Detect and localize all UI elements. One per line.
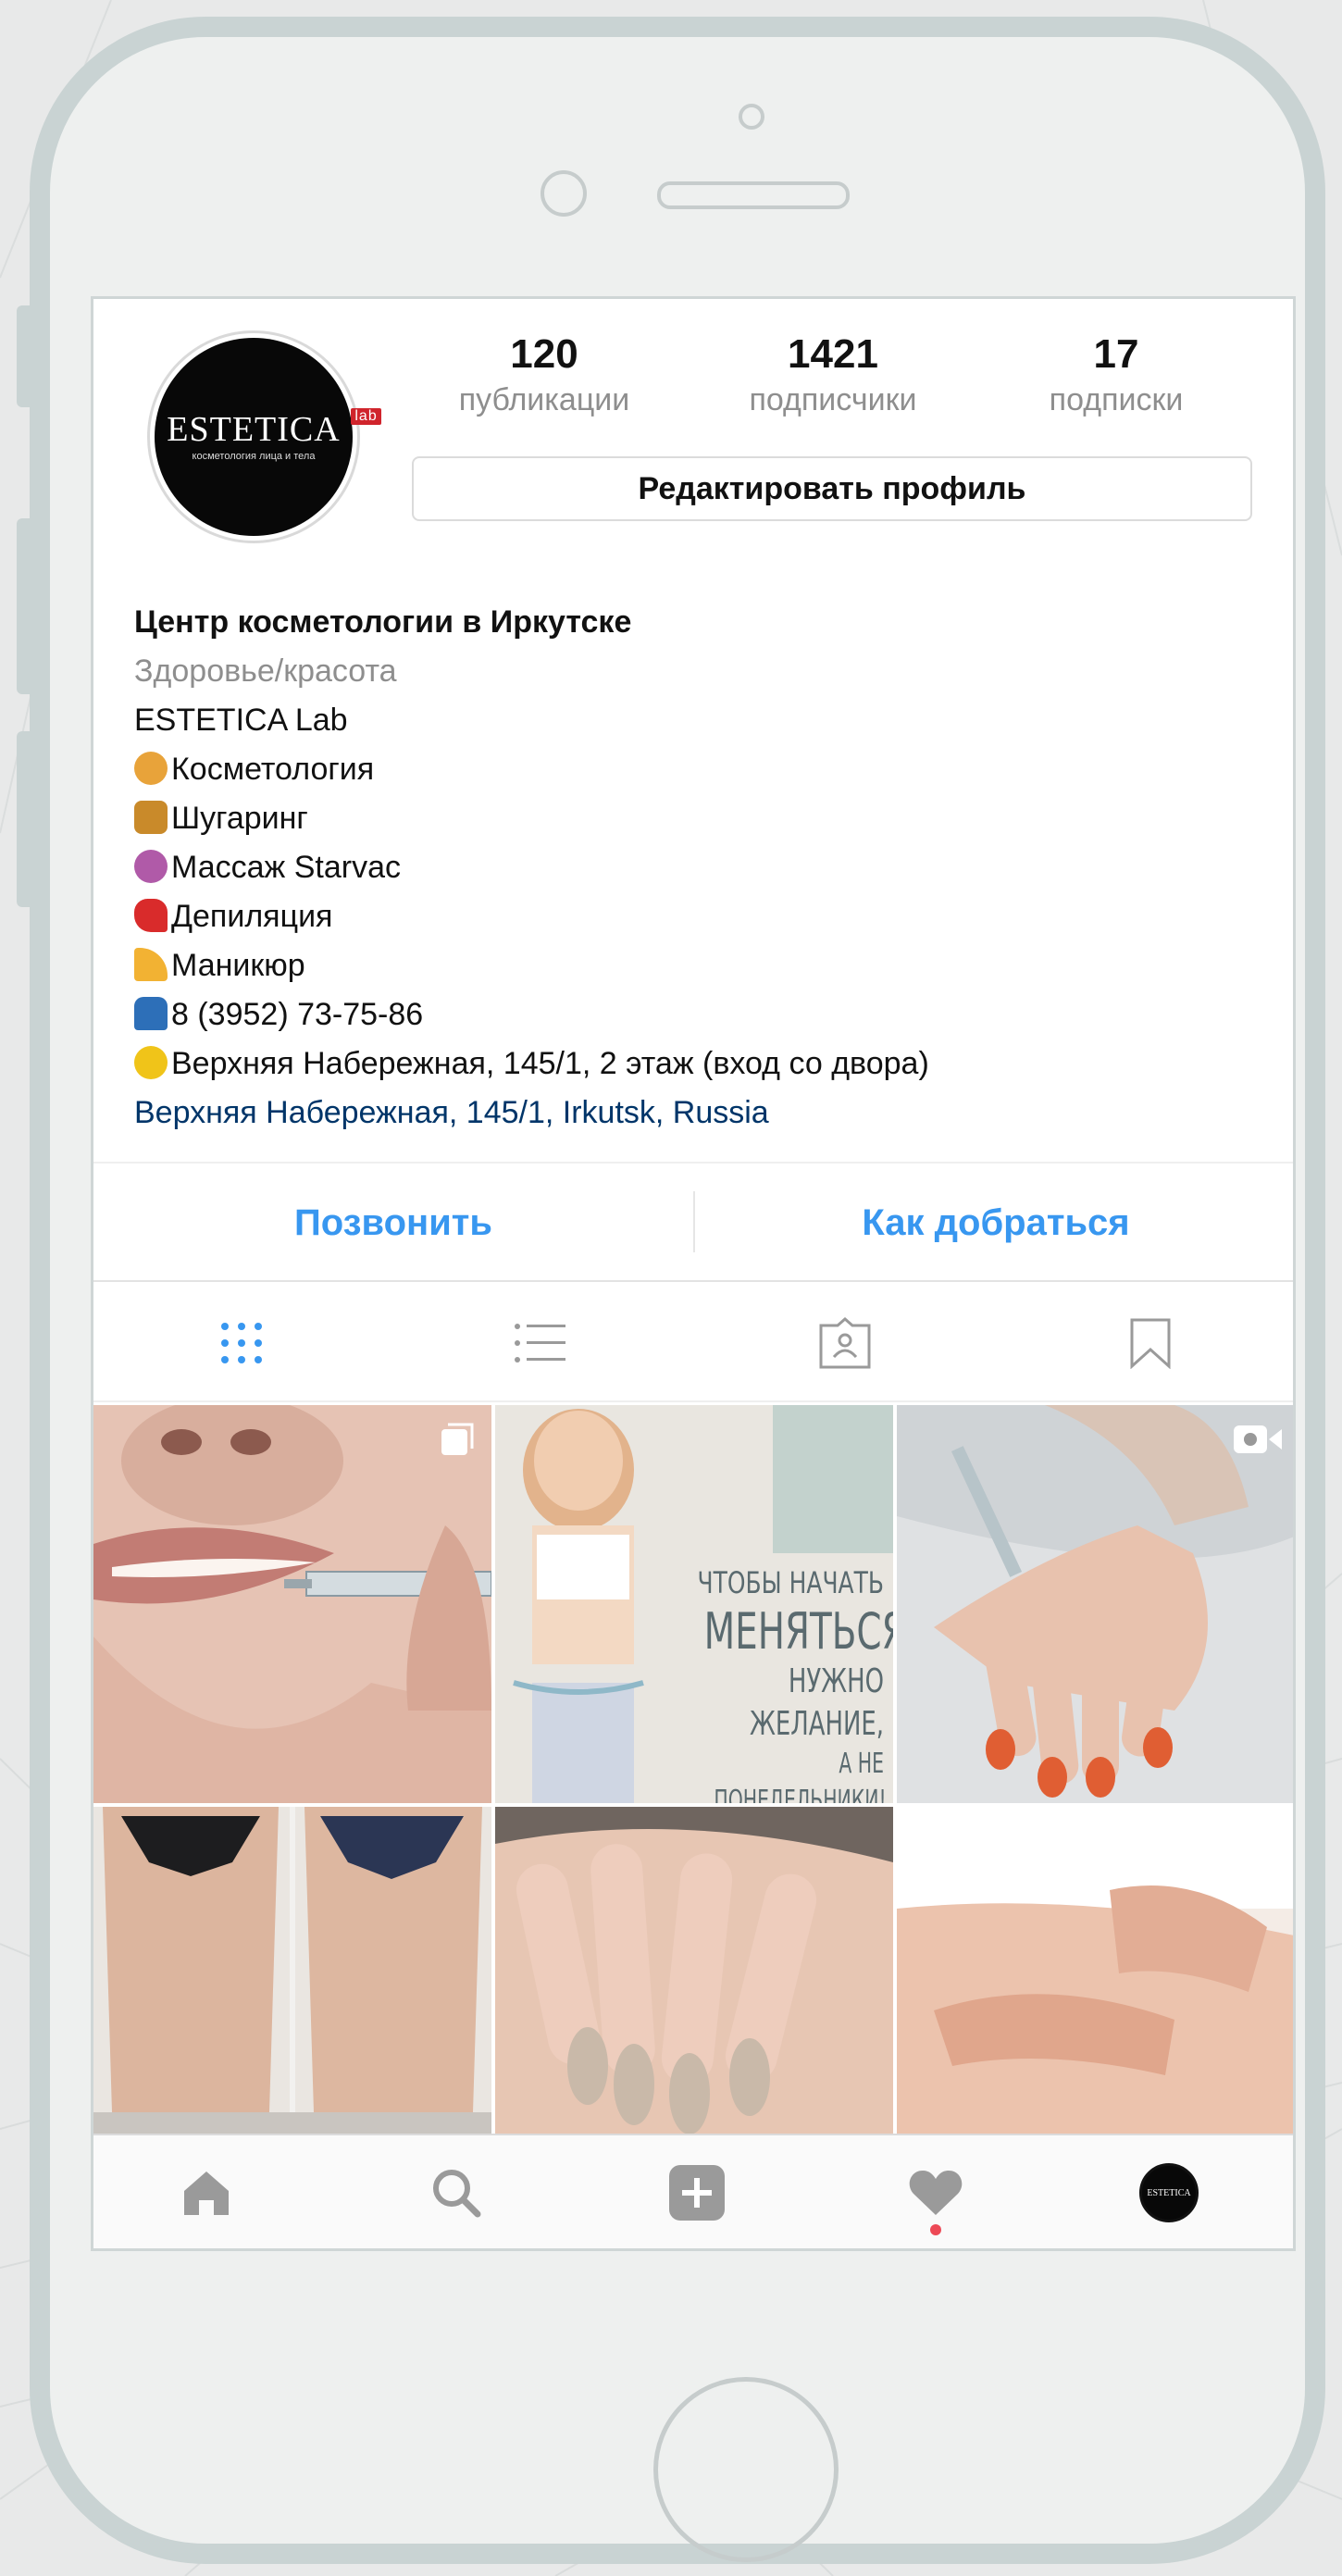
- directions-button[interactable]: Как добраться: [696, 1164, 1293, 1282]
- bio-line: Шугаринг: [134, 794, 1263, 843]
- video-icon: [1234, 1425, 1282, 1453]
- caption-line: МЕНЯТЬСЯ,: [703, 1602, 893, 1661]
- bio-line-text: Косметология: [171, 752, 375, 787]
- home-icon[interactable]: [177, 2163, 236, 2222]
- profile-avatar[interactable]: ESTETICA lab косметология лица и тела: [147, 330, 381, 543]
- bio-line: Косметология: [134, 745, 1263, 794]
- before-after-photo: [93, 1807, 491, 2140]
- pushpin-emoji-icon: [134, 1046, 168, 1079]
- bio-line: Массаж Starvac: [134, 843, 1263, 892]
- post-tile[interactable]: [93, 1807, 491, 2140]
- multiple-photos-icon: [441, 1423, 474, 1455]
- caption-line: ЧТОБЫ НАЧАТЬ: [697, 1565, 884, 1600]
- bio-line-text: ESTETICA Lab: [134, 703, 348, 738]
- posts-label: публикации: [458, 382, 630, 418]
- caption-line: НУЖНО ЖЕЛАНИЕ,: [749, 1662, 884, 1743]
- following-label: подписки: [1049, 382, 1184, 418]
- following-stat[interactable]: 17 подписки: [1019, 331, 1213, 418]
- grid-icon[interactable]: [214, 1315, 269, 1371]
- mini-logo: ESTETICA: [1147, 2187, 1191, 2198]
- bio-line-text: Маникюр: [171, 948, 305, 983]
- volume-up-button: [17, 518, 30, 694]
- lip-injection-photo: [93, 1405, 491, 1803]
- logo-wordmark: ESTETICA: [167, 410, 341, 449]
- bio-line: ESTETICA Lab: [134, 696, 1263, 745]
- bio-line: Верхняя Набережная, 145/1, 2 этаж (вход …: [134, 1039, 1263, 1089]
- notification-dot: [930, 2224, 941, 2235]
- followers-stat[interactable]: 1421 подписчики: [736, 331, 930, 418]
- phone-emoji-icon: [134, 997, 168, 1030]
- location-link[interactable]: Верхняя Набережная, 145/1, Irkutsk, Russ…: [134, 1089, 1263, 1138]
- proximity-sensor: [739, 104, 764, 130]
- profile-name: Центр косметологии в Иркутске: [134, 604, 632, 640]
- profile-tab-avatar[interactable]: ESTETICA: [1139, 2163, 1199, 2222]
- post-tile[interactable]: ЧТОБЫ НАЧАТЬ МЕНЯТЬСЯ, НУЖНО ЖЕЛАНИЕ, А …: [495, 1405, 893, 1803]
- bio: Центр косметологии в Иркутске Здоровье/к…: [134, 598, 1263, 1138]
- edit-profile-button[interactable]: Редактировать профиль: [412, 456, 1252, 521]
- massage-emoji-icon: [134, 850, 168, 883]
- bio-line: 8 (3952) 73-75-86: [134, 990, 1263, 1039]
- earpiece-speaker: [657, 181, 850, 209]
- home-button[interactable]: [653, 2377, 839, 2562]
- bio-line: Депиляция: [134, 892, 1263, 941]
- front-camera: [541, 170, 587, 217]
- screen: ESTETICA lab косметология лица и тела 120…: [91, 296, 1296, 2251]
- manicure-photo: [495, 1807, 893, 2140]
- post-tile[interactable]: [93, 1405, 491, 1803]
- bio-line: Маникюр: [134, 941, 1263, 990]
- profile-category: Здоровье/красота: [134, 653, 397, 689]
- motivation-caption: ЧТОБЫ НАЧАТЬ МЕНЯТЬСЯ, НУЖНО ЖЕЛАНИЕ, А …: [634, 1562, 893, 1803]
- post-tile[interactable]: [897, 1405, 1293, 1803]
- logo-subtitle: косметология лица и тела: [192, 451, 316, 462]
- saved-icon[interactable]: [1123, 1315, 1178, 1371]
- posts-stat[interactable]: 120 публикации: [447, 331, 641, 418]
- mute-switch: [17, 305, 30, 407]
- honey-pot-emoji-icon: [134, 801, 168, 834]
- followers-label: подписчики: [749, 382, 917, 418]
- post-tile[interactable]: [897, 1807, 1293, 2140]
- logo-badge: lab: [351, 408, 381, 425]
- bottom-navigation: ESTETICA: [93, 2134, 1293, 2248]
- caption-line: А НЕ ПОНЕДЕЛЬНИКИ!: [714, 1748, 887, 1803]
- profile-tabs: [93, 1284, 1293, 1402]
- call-button[interactable]: Позвонить: [93, 1164, 693, 1282]
- followers-count: 1421: [788, 331, 878, 377]
- tagged-icon[interactable]: [817, 1315, 873, 1371]
- hand-injection-photo: [897, 1405, 1293, 1803]
- list-icon[interactable]: [512, 1315, 567, 1371]
- contact-actions: Позвонить Как добраться: [93, 1162, 1293, 1282]
- bio-line-text: Массаж Starvac: [171, 850, 401, 885]
- activity-heart-icon[interactable]: [906, 2163, 965, 2222]
- posts-count: 120: [510, 331, 578, 377]
- bio-line-text: Шугаринг: [171, 801, 308, 836]
- following-count: 17: [1093, 331, 1139, 377]
- volume-down-button: [17, 731, 30, 907]
- bio-line-text: Депиляция: [171, 899, 333, 934]
- massage-photo: [897, 1807, 1293, 2140]
- search-icon[interactable]: [427, 2163, 486, 2222]
- bio-line-text: Верхняя Набережная, 145/1, 2 этаж (вход …: [171, 1046, 929, 1081]
- add-post-icon[interactable]: [667, 2163, 727, 2222]
- action-divider: [693, 1191, 695, 1252]
- dancer-emoji-icon: [134, 899, 168, 932]
- post-tile[interactable]: [495, 1807, 893, 2140]
- estetica-logo: ESTETICA lab косметология лица и тела: [155, 338, 381, 536]
- bio-line-text: 8 (3952) 73-75-86: [171, 997, 424, 1032]
- nail-polish-emoji-icon: [134, 948, 168, 981]
- woman-emoji-icon: [134, 752, 168, 785]
